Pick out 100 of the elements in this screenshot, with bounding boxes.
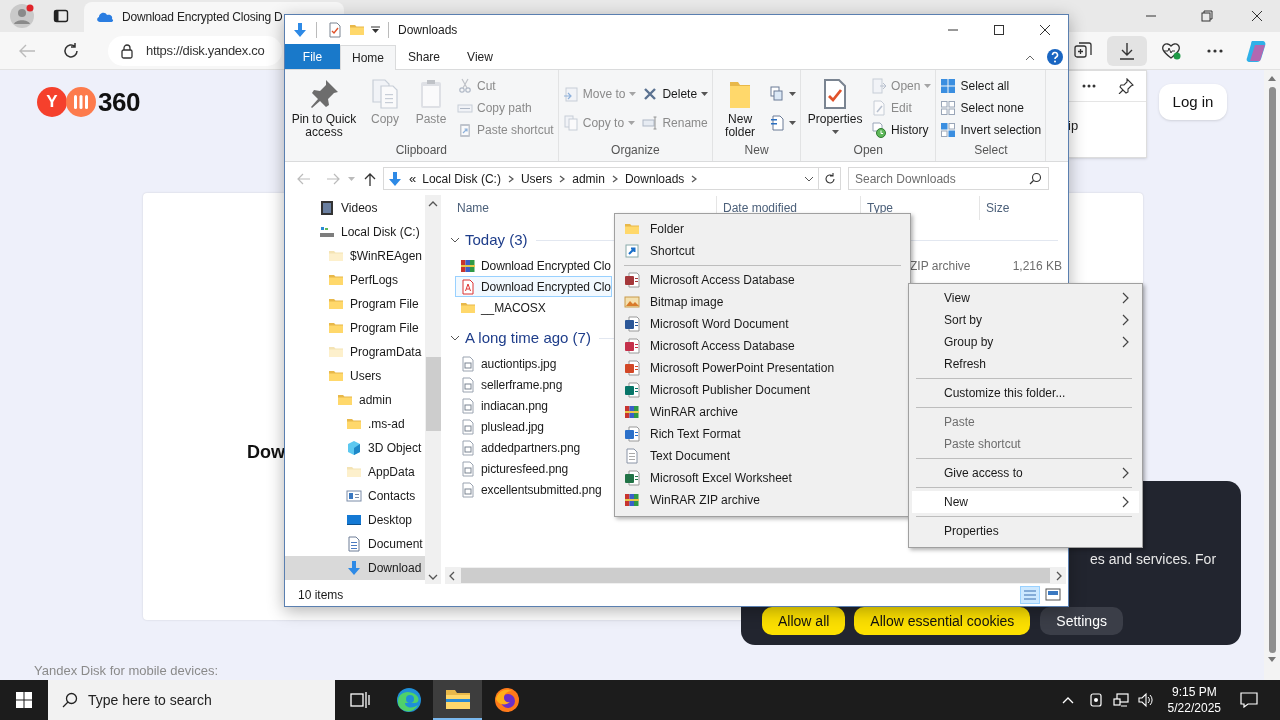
- downloads-button[interactable]: [1107, 35, 1147, 66]
- breadcrumb-overflow[interactable]: «: [409, 168, 417, 189]
- scroll-down-icon[interactable]: [428, 574, 438, 580]
- menu-item[interactable]: Shortcut: [615, 240, 910, 262]
- cookie-button[interactable]: Allow all: [762, 607, 846, 635]
- address-field[interactable]: « Local Disk (C:) Users admin Downloads: [383, 167, 819, 190]
- scroll-down-icon[interactable]: [1268, 657, 1276, 662]
- ribbon-tab[interactable]: Share: [396, 44, 452, 69]
- file-item[interactable]: sellerframe.png: [455, 374, 612, 395]
- more-icon[interactable]: [1207, 48, 1223, 53]
- notifications-icon[interactable]: [1240, 692, 1258, 708]
- nav-tree-item[interactable]: ProgramData: [285, 340, 425, 364]
- large-icons-view-icon[interactable]: [1044, 586, 1062, 604]
- refresh-icon[interactable]: [62, 41, 80, 60]
- menu-item[interactable]: Rich Text Format: [615, 423, 910, 445]
- column-header[interactable]: Size: [986, 199, 1010, 217]
- cookie-button[interactable]: Allow essential cookies: [854, 607, 1031, 635]
- scrollbar-thumb[interactable]: [1268, 87, 1276, 653]
- menu-item[interactable]: Group by: [912, 331, 1139, 353]
- file-item[interactable]: excellentsubmitted.png: [455, 479, 612, 500]
- history-dropdown-icon[interactable]: [804, 175, 814, 182]
- file-item[interactable]: addedpartners.png: [455, 437, 612, 458]
- file-item[interactable]: Download Encrypted Clo: [455, 255, 612, 276]
- nav-tree-item[interactable]: Local Disk (C:): [285, 220, 425, 244]
- address-bar[interactable]: https://disk.yandex.co: [108, 35, 282, 66]
- volume-icon[interactable]: [1137, 692, 1154, 708]
- menu-item[interactable]: Refresh: [912, 353, 1139, 375]
- menu-item[interactable]: Microsoft Access Database: [615, 269, 910, 291]
- menu-item[interactable]: Give access to: [912, 462, 1139, 484]
- cookie-button[interactable]: Settings: [1040, 607, 1123, 635]
- ribbon-button[interactable]: Invert selection: [940, 119, 1042, 141]
- file-item[interactable]: indiacan.png: [455, 395, 612, 416]
- nav-tree-item[interactable]: Program File: [285, 316, 425, 340]
- menu-item[interactable]: View: [912, 287, 1139, 309]
- network-icon[interactable]: [1112, 692, 1129, 708]
- nav-tree-item[interactable]: Document: [285, 532, 425, 556]
- nav-tree-item[interactable]: Videos: [285, 196, 425, 220]
- taskbar-app-button[interactable]: [433, 680, 482, 720]
- refresh-button[interactable]: [819, 167, 841, 190]
- scrollbar-thumb[interactable]: [425, 357, 441, 431]
- ribbon-button[interactable]: Delete: [642, 82, 709, 105]
- nav-tree-item[interactable]: Program File: [285, 292, 425, 316]
- file-item[interactable]: auctiontips.jpg: [455, 353, 612, 374]
- menu-item[interactable]: Folder: [615, 218, 910, 240]
- scrollbar-thumb[interactable]: [461, 568, 1050, 583]
- menu-item[interactable]: Microsoft Publisher Document: [615, 379, 910, 401]
- clock-date[interactable]: 5/22/2025: [1167, 700, 1221, 716]
- ribbon-button[interactable]: Properties: [805, 74, 866, 134]
- properties-icon[interactable]: [327, 22, 343, 38]
- tray-expand-icon[interactable]: [1061, 696, 1074, 704]
- column-header[interactable]: Name: [457, 199, 489, 217]
- menu-item[interactable]: Text Document: [615, 445, 910, 467]
- menu-item[interactable]: Microsoft Word Document: [615, 313, 910, 335]
- menu-item[interactable]: Microsoft PowerPoint Presentation: [615, 357, 910, 379]
- scroll-left-icon[interactable]: [449, 570, 455, 581]
- breadcrumb-item[interactable]: Users: [520, 169, 553, 188]
- nav-tree-item[interactable]: $WinREAgen: [285, 244, 425, 268]
- file-item[interactable]: pluslead.jpg: [455, 416, 612, 437]
- clock-time[interactable]: 9:15 PM: [1171, 684, 1217, 700]
- nav-tree-item[interactable]: admin: [285, 388, 425, 412]
- ribbon-button[interactable]: Select all: [940, 75, 1042, 97]
- menu-item[interactable]: Sort by: [912, 309, 1139, 331]
- group-chevron-icon[interactable]: [450, 333, 460, 343]
- login-button[interactable]: Log in: [1159, 84, 1227, 120]
- heartbeat-icon[interactable]: [1161, 41, 1181, 60]
- restore-icon[interactable]: [1201, 10, 1213, 22]
- menu-item[interactable]: WinRAR ZIP archive: [615, 489, 910, 511]
- ribbon-button[interactable]: Pin to Quick access: [289, 74, 359, 139]
- file-item[interactable]: Download Encrypted Clo: [455, 276, 612, 297]
- ribbon-tab[interactable]: File: [285, 44, 340, 69]
- collections-icon[interactable]: [1074, 41, 1092, 60]
- download-arrow-icon[interactable]: [292, 22, 308, 38]
- nav-tree-item[interactable]: Contacts: [285, 484, 425, 508]
- scroll-up-icon[interactable]: [1268, 76, 1276, 81]
- scroll-right-icon[interactable]: [1056, 570, 1062, 581]
- horizontal-scrollbar[interactable]: [445, 567, 1066, 584]
- close-icon[interactable]: [1251, 10, 1263, 22]
- menu-item[interactable]: Properties: [912, 520, 1139, 542]
- ribbon-button[interactable]: Select none: [940, 97, 1042, 119]
- tab-actions-icon[interactable]: [53, 8, 69, 24]
- nav-tree-item[interactable]: AppData: [285, 460, 425, 484]
- nav-tree-item[interactable]: Download: [285, 556, 425, 580]
- profile-avatar-icon[interactable]: [10, 4, 34, 28]
- file-item[interactable]: __MACOSX: [455, 297, 612, 318]
- page-scrollbar[interactable]: [1264, 70, 1280, 680]
- pin-icon[interactable]: [1118, 78, 1134, 94]
- collapse-ribbon-icon[interactable]: [1025, 55, 1035, 61]
- scroll-up-icon[interactable]: [428, 201, 438, 207]
- help-icon[interactable]: [1047, 49, 1063, 65]
- start-windows-icon[interactable]: [16, 692, 32, 708]
- column-header[interactable]: Date modified: [723, 199, 798, 217]
- menu-item[interactable]: WinRAR archive: [615, 401, 910, 423]
- more-icon[interactable]: [1082, 84, 1096, 88]
- group-chevron-icon[interactable]: [450, 235, 460, 245]
- up-icon[interactable]: [364, 171, 376, 186]
- ribbon-button[interactable]: History: [871, 119, 932, 141]
- menu-item[interactable]: New: [912, 491, 1139, 513]
- nav-tree-item[interactable]: .ms-ad: [285, 412, 425, 436]
- group-header[interactable]: A long time ago (7): [465, 326, 591, 350]
- menu-item[interactable]: Bitmap image: [615, 291, 910, 313]
